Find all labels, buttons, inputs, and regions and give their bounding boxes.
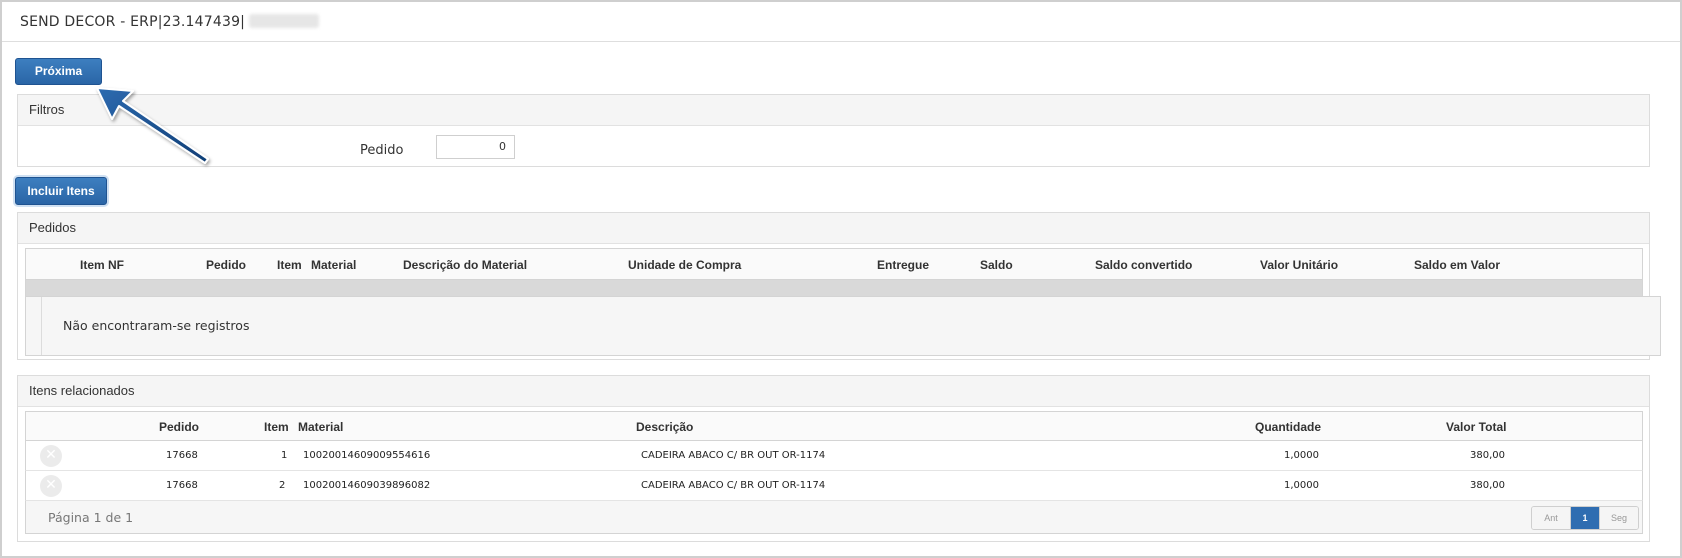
column-header-valor-total[interactable]: Valor Total [1446, 420, 1506, 434]
cell-pedido: 17668 [166, 480, 198, 491]
cell-item: 2 [279, 480, 286, 491]
column-header-pedido[interactable]: Pedido [206, 258, 246, 272]
column-header-valor-unitario[interactable]: Valor Unitário [1260, 258, 1338, 272]
include-items-button[interactable]: Incluir Itens [15, 177, 107, 205]
previous-page-button[interactable]: Ant [1532, 507, 1571, 529]
column-header-material[interactable]: Material [311, 258, 356, 272]
cell-descricao: CADEIRA ABACO C/ BR OUT OR-1174 [641, 480, 826, 491]
column-header-descricao[interactable]: Descrição [636, 420, 693, 434]
current-page-button[interactable]: 1 [1571, 507, 1599, 529]
column-header-item[interactable]: Item [277, 258, 302, 272]
cell-item: 1 [281, 450, 288, 461]
column-header-descricao-material[interactable]: Descrição do Material [403, 258, 527, 272]
window-title-text: SEND DECOR - ERP|23.147439| [20, 14, 246, 30]
orders-grid-row-gutter [26, 297, 42, 355]
column-header-material[interactable]: Material [298, 420, 343, 434]
cell-valor-total: 380,00 [1470, 480, 1505, 491]
filters-panel-title: Filtros [18, 95, 1649, 126]
related-items-panel-title: Itens relacionados [18, 376, 1649, 407]
cell-descricao: CADEIRA ABACO C/ BR OUT OR-1174 [641, 450, 826, 461]
next-page-button[interactable]: Seg [1599, 507, 1638, 529]
orders-panel: Pedidos Item NF Pedido Item Material Des… [17, 212, 1661, 360]
related-items-panel: Itens relacionados Pedido Item Material … [17, 375, 1650, 542]
orders-grid-filter-band [25, 280, 1643, 296]
related-items-grid-header: Pedido Item Material Descrição Quantidad… [25, 411, 1643, 441]
pager: Ant 1 Seg [1531, 506, 1639, 530]
order-filter-input[interactable]: 0 [436, 135, 515, 159]
column-header-saldo[interactable]: Saldo [980, 258, 1013, 272]
column-header-unidade-compra[interactable]: Unidade de Compra [628, 258, 741, 272]
filters-panel: Filtros Pedido 0 [17, 94, 1650, 167]
column-header-item-nf[interactable]: Item NF [80, 258, 124, 272]
cell-quantidade: 1,0000 [1284, 480, 1319, 491]
app-window: SEND DECOR - ERP|23.147439| Próxima Filt… [0, 0, 1682, 558]
title-bar: SEND DECOR - ERP|23.147439| [2, 2, 1680, 42]
table-row[interactable]: ✕ 17668 2 10020014609039896082 CADEIRA A… [25, 471, 1643, 501]
orders-grid: Item NF Pedido Item Material Descrição d… [25, 248, 1661, 356]
next-button[interactable]: Próxima [15, 58, 102, 85]
table-row[interactable]: ✕ 17668 1 10020014609009554616 CADEIRA A… [25, 441, 1643, 471]
orders-grid-empty-row: Não encontraram-se registros [25, 296, 1661, 356]
delete-row-icon[interactable]: ✕ [40, 445, 62, 467]
pagination-bar: Página 1 de 1 Ant 1 Seg [25, 501, 1643, 534]
orders-grid-header: Item NF Pedido Item Material Descrição d… [25, 248, 1643, 280]
orders-panel-title: Pedidos [18, 213, 1649, 244]
delete-row-icon[interactable]: ✕ [40, 475, 62, 497]
redacted-user-info [249, 14, 320, 28]
cell-valor-total: 380,00 [1470, 450, 1505, 461]
column-header-item[interactable]: Item [264, 420, 289, 434]
related-items-grid: Pedido Item Material Descrição Quantidad… [25, 411, 1643, 534]
cell-quantidade: 1,0000 [1284, 450, 1319, 461]
page-indicator: Página 1 de 1 [48, 510, 134, 525]
cell-material: 10020014609039896082 [303, 480, 431, 491]
cell-material: 10020014609009554616 [303, 450, 431, 461]
order-filter-label: Pedido [360, 143, 404, 158]
empty-message: Não encontraram-se registros [63, 318, 250, 333]
column-header-saldo-valor[interactable]: Saldo em Valor [1414, 258, 1500, 272]
column-header-quantidade[interactable]: Quantidade [1255, 420, 1321, 434]
window-title: SEND DECOR - ERP|23.147439| [20, 14, 320, 30]
column-header-saldo-convertido[interactable]: Saldo convertido [1095, 258, 1192, 272]
column-header-pedido[interactable]: Pedido [159, 420, 199, 434]
cell-pedido: 17668 [166, 450, 198, 461]
column-header-entregue[interactable]: Entregue [877, 258, 929, 272]
